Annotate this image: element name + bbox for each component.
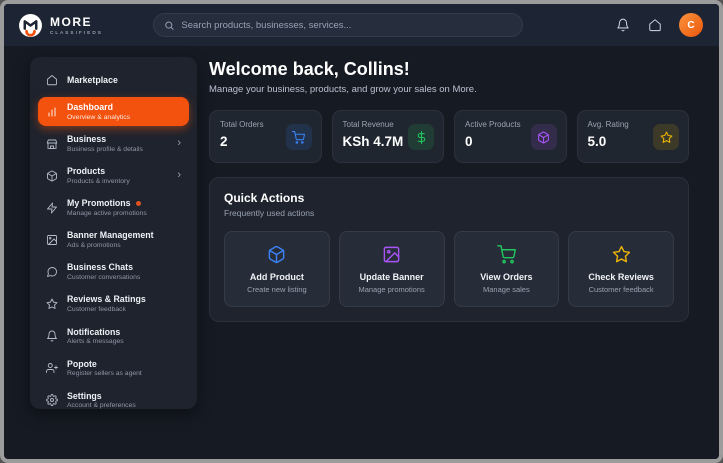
add-product-button[interactable]: Add Product Create new listing [224, 231, 330, 307]
cart-icon [497, 245, 516, 264]
sidebar-item-label: Banner Management [67, 230, 154, 240]
chat-icon [46, 266, 58, 278]
sidebar-item-marketplace[interactable]: Marketplace [38, 66, 189, 94]
sidebar-item-label: Business Chats [67, 262, 140, 272]
top-bar: MORE CLASSIFIEDS C [4, 4, 719, 46]
package-icon [267, 245, 286, 264]
topbar-actions: C [615, 13, 703, 37]
sidebar-item-business[interactable]: Business Business profile & details › [38, 129, 189, 158]
image-icon [46, 234, 58, 246]
stat-card-active-products: Active Products 0 [454, 110, 567, 163]
page-title: Welcome back, Collins! [209, 59, 689, 80]
sidebar: Marketplace Dashboard Overview & analyti… [30, 57, 197, 409]
sidebar-item-my-promotions[interactable]: My Promotions Manage active promotions [38, 193, 189, 222]
app-window: MORE CLASSIFIEDS C [0, 0, 723, 463]
quick-actions-title: Quick Actions [224, 191, 674, 205]
sidebar-item-sublabel: Ads & promotions [67, 242, 154, 249]
sidebar-item-label: Business [67, 134, 143, 144]
user-plus-icon [46, 362, 58, 374]
sidebar-item-label: Reviews & Ratings [67, 294, 146, 304]
sidebar-item-sublabel: Products & inventory [67, 178, 130, 185]
action-sublabel: Create new listing [247, 285, 307, 294]
storefront-icon [46, 138, 58, 150]
sidebar-item-sublabel: Alerts & messages [67, 338, 124, 345]
sidebar-item-label: Popote [67, 359, 142, 369]
sidebar-item-label: Settings [67, 391, 136, 401]
sidebar-item-label: Products [67, 166, 130, 176]
notifications-bell-icon[interactable] [615, 17, 631, 33]
image-icon [382, 245, 401, 264]
search-bar[interactable] [153, 13, 523, 37]
chevron-right-icon: › [177, 170, 181, 181]
main-content: Welcome back, Collins! Manage your busin… [209, 57, 689, 409]
sidebar-item-notifications[interactable]: Notifications Alerts & messages [38, 322, 189, 351]
action-sublabel: Customer feedback [589, 285, 654, 294]
stats-row: Total Orders 2 Total Revenue KSh 4.7M Ac… [209, 110, 689, 163]
sidebar-item-dashboard[interactable]: Dashboard Overview & analytics [38, 97, 189, 126]
action-label: View Orders [480, 272, 532, 282]
bar-chart-icon [46, 106, 58, 118]
star-icon [612, 245, 631, 264]
view-orders-button[interactable]: View Orders Manage sales [454, 231, 560, 307]
brand-title: MORE [50, 16, 103, 28]
home-icon [46, 74, 58, 86]
sidebar-item-settings[interactable]: Settings Account & preferences [38, 386, 189, 415]
sidebar-item-business-chats[interactable]: Business Chats Customer conversations [38, 257, 189, 286]
sidebar-item-label: My Promotions [67, 198, 147, 208]
sidebar-item-label: Marketplace [67, 75, 118, 85]
sidebar-item-label: Notifications [67, 327, 124, 337]
gear-icon [46, 394, 58, 406]
home-icon[interactable] [647, 17, 663, 33]
user-avatar[interactable]: C [679, 13, 703, 37]
action-sublabel: Manage sales [483, 285, 530, 294]
stat-card-avg-rating: Avg. Rating 5.0 [577, 110, 690, 163]
sidebar-item-sublabel: Register sellers as agent [67, 370, 142, 377]
sidebar-item-sublabel: Overview & analytics [67, 114, 130, 121]
page-subtitle: Manage your business, products, and grow… [209, 84, 689, 95]
action-label: Check Reviews [588, 272, 654, 282]
sidebar-item-reviews-ratings[interactable]: Reviews & Ratings Customer feedback [38, 289, 189, 318]
star-icon [46, 298, 58, 310]
sidebar-item-popote[interactable]: Popote Register sellers as agent [38, 354, 189, 383]
more-logo-icon [18, 13, 43, 38]
brand-logo[interactable]: MORE CLASSIFIEDS [18, 13, 103, 38]
bell-icon [46, 330, 58, 342]
search-input[interactable] [181, 20, 512, 31]
sidebar-item-sublabel: Customer conversations [67, 274, 140, 281]
sidebar-item-label: Dashboard [67, 102, 130, 112]
stat-card-total-orders: Total Orders 2 [209, 110, 322, 163]
cart-icon [286, 124, 312, 150]
sidebar-item-banner-management[interactable]: Banner Management Ads & promotions [38, 225, 189, 254]
dollar-icon [408, 124, 434, 150]
zap-icon [46, 202, 58, 214]
brand-subtitle: CLASSIFIEDS [50, 30, 103, 35]
chevron-right-icon: › [177, 138, 181, 149]
promotions-badge-dot [136, 201, 141, 206]
quick-actions-row: Add Product Create new listing Update Ba… [224, 231, 674, 307]
update-banner-button[interactable]: Update Banner Manage promotions [339, 231, 445, 307]
sidebar-item-sublabel: Business profile & details [67, 146, 143, 153]
stat-card-total-revenue: Total Revenue KSh 4.7M [332, 110, 445, 163]
package-icon [531, 124, 557, 150]
action-label: Add Product [250, 272, 304, 282]
sidebar-item-products[interactable]: Products Products & inventory › [38, 161, 189, 190]
content-area: Marketplace Dashboard Overview & analyti… [4, 46, 719, 409]
action-sublabel: Manage promotions [358, 285, 424, 294]
sidebar-item-sublabel: Customer feedback [67, 306, 146, 313]
star-icon [653, 124, 679, 150]
action-label: Update Banner [360, 272, 424, 282]
sidebar-item-sublabel: Manage active promotions [67, 210, 147, 217]
search-icon [164, 20, 174, 31]
quick-actions-subtitle: Frequently used actions [224, 208, 674, 218]
sidebar-item-sublabel: Account & preferences [67, 402, 136, 409]
quick-actions-panel: Quick Actions Frequently used actions Ad… [209, 177, 689, 322]
package-icon [46, 170, 58, 182]
check-reviews-button[interactable]: Check Reviews Customer feedback [568, 231, 674, 307]
